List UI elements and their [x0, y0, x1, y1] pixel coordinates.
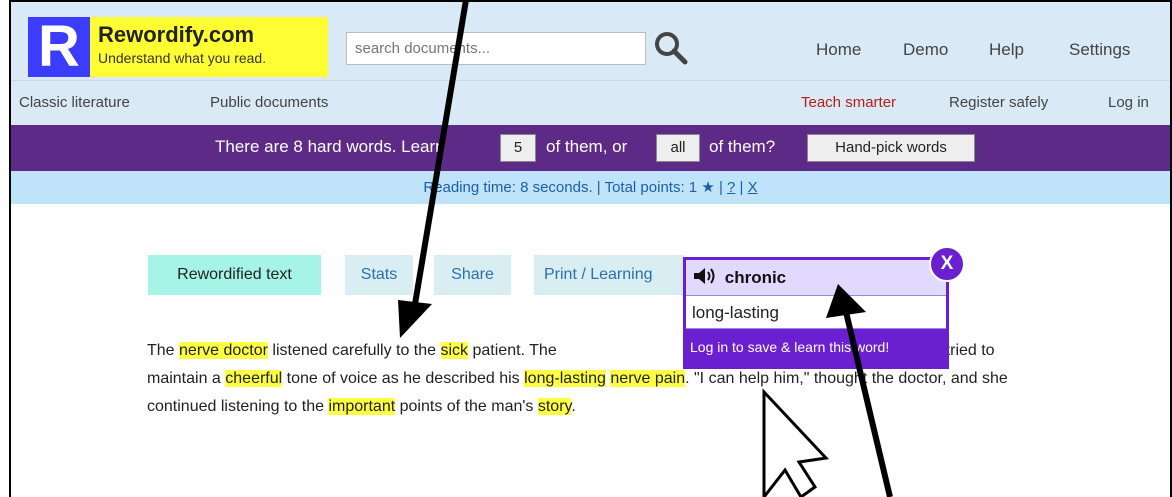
hard-words-bar: There are 8 hard words. Learn 5 of them,…	[11, 125, 1170, 171]
search-icon[interactable]	[653, 30, 689, 66]
rewordified-word[interactable]: long-lasting	[524, 370, 606, 387]
learn-count-button[interactable]: 5	[500, 134, 536, 162]
separator: |	[718, 179, 723, 196]
popup-close-button[interactable]: X	[929, 246, 965, 282]
subnav-login[interactable]: Log in	[1108, 94, 1149, 111]
learn-all-button[interactable]: all	[656, 134, 700, 162]
hand-pick-button[interactable]: Hand-pick words	[807, 134, 975, 162]
reading-time-text: Reading time: 8 seconds. | Total points:…	[423, 179, 698, 196]
reading-info-bar: Reading time: 8 seconds. | Total points:…	[11, 171, 1170, 204]
search-input[interactable]	[346, 32, 646, 65]
text-segment: The	[147, 342, 180, 359]
browser-frame: R Rewordify.com Understand what you read…	[9, 0, 1172, 497]
nav-help[interactable]: Help	[989, 40, 1024, 60]
logo-name[interactable]: Rewordify.com	[98, 22, 254, 48]
rewordified-word[interactable]: story	[537, 398, 572, 415]
of-them-or-text: of them, or	[546, 137, 628, 156]
text-segment: listened carefully to the	[267, 342, 441, 359]
close-infobar-link[interactable]: X	[748, 179, 758, 196]
subnav-public-documents[interactable]: Public documents	[210, 94, 328, 111]
rewordified-word[interactable]: sick	[440, 342, 469, 359]
popup-login-prompt[interactable]: Log in to save & learn this word!	[686, 329, 946, 366]
tab-print-learning[interactable]: Print / Learning	[534, 255, 684, 295]
popup-word: chronic	[724, 268, 787, 287]
popup-header: chronic	[686, 260, 946, 296]
separator: |	[739, 179, 744, 196]
text-segment: patient. The	[468, 342, 562, 359]
help-link[interactable]: ?	[727, 179, 735, 196]
logo-r-icon[interactable]: R	[28, 17, 90, 77]
word-definition-popup: chronic long-lasting Log in to save & le…	[683, 257, 949, 369]
tab-share[interactable]: Share	[434, 255, 511, 295]
subnav-register[interactable]: Register safely	[949, 94, 1048, 111]
rewordified-word[interactable]: important	[328, 398, 396, 415]
popup-definition: long-lasting	[686, 296, 946, 329]
logo-letter: R	[38, 14, 80, 79]
hard-words-text: There are 8 hard words. Learn	[215, 137, 445, 156]
sub-navigation: Classic literature Public documents Teac…	[11, 80, 1170, 125]
text-segment: points of the man's	[395, 398, 538, 415]
header-bar: R Rewordify.com Understand what you read…	[11, 2, 1170, 80]
rewordified-word[interactable]: nerve pain	[610, 370, 686, 387]
nav-home[interactable]: Home	[816, 40, 861, 60]
nav-settings[interactable]: Settings	[1069, 40, 1130, 60]
of-them-text: of them?	[709, 137, 776, 156]
nav-demo[interactable]: Demo	[903, 40, 948, 60]
tab-rewordified-text[interactable]: Rewordified text	[148, 255, 321, 295]
subnav-classic-literature[interactable]: Classic literature	[19, 94, 130, 111]
rewordified-word[interactable]: cheerful	[225, 370, 283, 387]
text-segment: .	[571, 398, 576, 415]
speaker-icon[interactable]	[692, 266, 720, 286]
star-icon: ★	[701, 179, 715, 196]
text-segment: tone of voice as he described his	[282, 370, 525, 387]
rewordified-word[interactable]: nerve doctor	[179, 342, 268, 359]
logo-tagline: Understand what you read.	[98, 50, 267, 66]
subnav-teach-smarter[interactable]: Teach smarter	[801, 94, 896, 111]
tab-stats[interactable]: Stats	[345, 255, 413, 295]
